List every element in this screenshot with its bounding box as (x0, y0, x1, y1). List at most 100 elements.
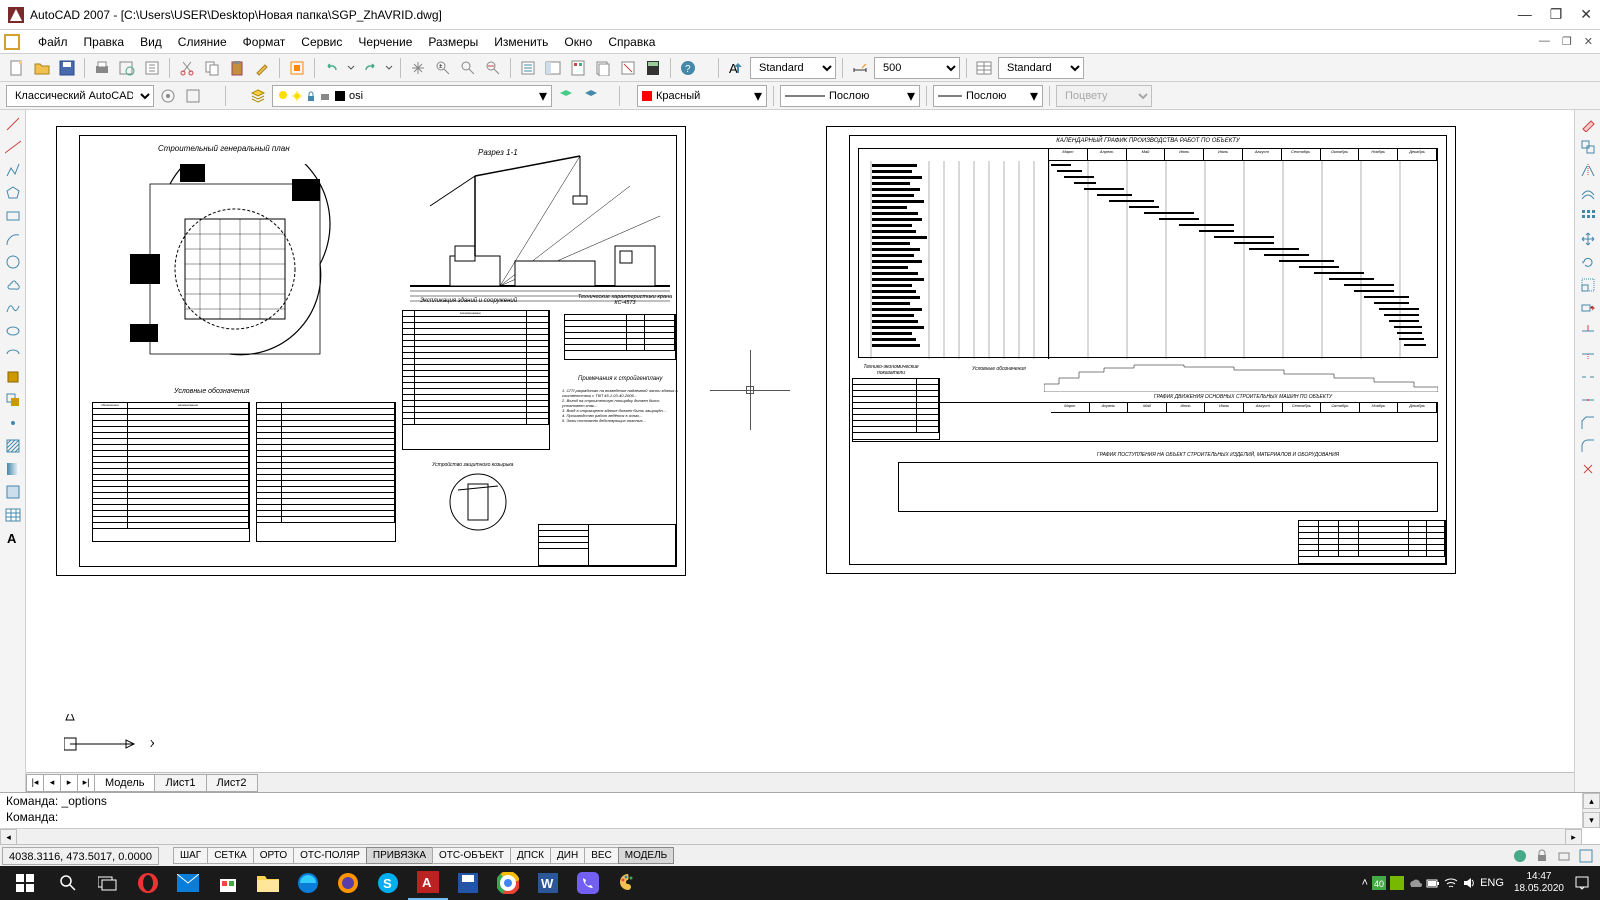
scroll-left-button[interactable]: ◂ (0, 829, 17, 845)
publish-button[interactable] (141, 57, 163, 79)
firefox-icon[interactable] (328, 866, 368, 900)
pan-button[interactable] (407, 57, 429, 79)
polyline-tool[interactable] (3, 160, 23, 180)
trim-tool[interactable] (1578, 321, 1598, 341)
command-line[interactable]: Команда: _options Команда: ▴ ▾ ◂ ▸ (0, 792, 1600, 844)
explorer-icon[interactable] (248, 866, 288, 900)
tab-last-button[interactable]: ▸| (77, 774, 95, 792)
tab-prev-button[interactable]: ◂ (43, 774, 61, 792)
arc-tool[interactable] (3, 229, 23, 249)
layer-prev-button[interactable] (555, 85, 577, 107)
menu-format[interactable]: Формат (235, 32, 294, 52)
ellipse-arc-tool[interactable] (3, 344, 23, 364)
clock[interactable]: 14:47 18.05.2020 (1508, 871, 1570, 895)
mail-icon[interactable] (168, 866, 208, 900)
text-style-select[interactable]: Standard (750, 57, 836, 79)
command-prompt[interactable]: Команда: (0, 809, 1600, 825)
scroll-up-button[interactable]: ▴ (1583, 793, 1600, 809)
layer-manager-button[interactable] (247, 85, 269, 107)
menu-help[interactable]: Справка (600, 32, 663, 52)
skype-icon[interactable]: S (368, 866, 408, 900)
save-button[interactable] (56, 57, 78, 79)
tab-first-button[interactable]: |◂ (26, 774, 44, 792)
tool-palettes-button[interactable] (567, 57, 589, 79)
rotate-tool[interactable] (1578, 252, 1598, 272)
array-tool[interactable] (1578, 206, 1598, 226)
cmd-hscroll[interactable]: ◂ ▸ (0, 828, 1582, 844)
zoom-window-button[interactable] (457, 57, 479, 79)
nvidia-icon[interactable] (1390, 876, 1404, 890)
otrack-toggle[interactable]: ОТС-ОБЪЕКТ (432, 847, 511, 864)
revcloud-tool[interactable] (3, 275, 23, 295)
block-editor-button[interactable] (286, 57, 308, 79)
fillet-tool[interactable] (1578, 436, 1598, 456)
break-tool[interactable] (1578, 367, 1598, 387)
ducs-toggle[interactable]: ДПСК (510, 847, 551, 864)
redo-dropdown[interactable] (384, 57, 394, 79)
my-workspace-button[interactable] (182, 85, 204, 107)
new-button[interactable] (6, 57, 28, 79)
menu-file[interactable]: Файл (30, 32, 76, 52)
battery-icon[interactable] (1426, 876, 1440, 890)
hatch-tool[interactable] (3, 436, 23, 456)
sheet-set-button[interactable] (592, 57, 614, 79)
plot-preview-button[interactable] (116, 57, 138, 79)
coordinates-display[interactable]: 4038.3116, 473.5017, 0.0000 (2, 847, 159, 865)
minimize-button[interactable]: — (1518, 6, 1532, 23)
mdi-minimize-button[interactable]: — (1536, 35, 1553, 48)
tab-next-button[interactable]: ▸ (60, 774, 78, 792)
mdi-close-button[interactable]: ✕ (1581, 35, 1596, 48)
menu-modify[interactable]: Изменить (486, 32, 556, 52)
linetype-select[interactable]: Послою ▾ (780, 85, 920, 107)
polar-toggle[interactable]: ОТС-ПОЛЯР (293, 847, 367, 864)
mirror-tool[interactable] (1578, 160, 1598, 180)
wifi-icon[interactable] (1444, 876, 1458, 890)
match-prop-button[interactable] (251, 57, 273, 79)
construction-line-tool[interactable] (3, 137, 23, 157)
lock-ui-icon[interactable] (1534, 848, 1550, 864)
ellipse-tool[interactable] (3, 321, 23, 341)
model-toggle[interactable]: МОДЕЛЬ (618, 847, 674, 864)
store-icon[interactable] (208, 866, 248, 900)
insert-block-tool[interactable] (3, 367, 23, 387)
line-tool[interactable] (3, 114, 23, 134)
color-select[interactable]: Красный ▾ (637, 85, 767, 107)
point-tool[interactable] (3, 413, 23, 433)
stretch-tool[interactable] (1578, 298, 1598, 318)
close-button[interactable]: ✕ (1580, 6, 1592, 23)
model-space[interactable]: Строительный генеральный план Разрез 1-1 (26, 110, 1574, 772)
polygon-tool[interactable] (3, 183, 23, 203)
zoom-rt-button[interactable]: ± (432, 57, 454, 79)
menu-view[interactable]: Вид (132, 32, 170, 52)
cut-button[interactable] (176, 57, 198, 79)
dyn-toggle[interactable]: ДИН (550, 847, 585, 864)
scroll-down-button[interactable]: ▾ (1583, 812, 1600, 828)
comm-center-icon[interactable] (1512, 848, 1528, 864)
tab-sheet2[interactable]: Лист2 (206, 774, 258, 792)
chrome-icon[interactable] (488, 866, 528, 900)
scroll-right-button[interactable]: ▸ (1565, 829, 1582, 845)
tab-sheet1[interactable]: Лист1 (154, 774, 206, 792)
copy-button[interactable] (201, 57, 223, 79)
onedrive-icon[interactable] (1408, 876, 1422, 890)
quickcalc-button[interactable] (642, 57, 664, 79)
properties-button[interactable] (517, 57, 539, 79)
notifications-icon[interactable] (1574, 875, 1590, 891)
circle-tool[interactable] (3, 252, 23, 272)
zoom-prev-button[interactable] (482, 57, 504, 79)
move-tool[interactable] (1578, 229, 1598, 249)
spline-tool[interactable] (3, 298, 23, 318)
menu-edit[interactable]: Правка (76, 32, 133, 52)
word-icon[interactable]: W (528, 866, 568, 900)
help-button[interactable]: ? (677, 57, 699, 79)
design-center-button[interactable] (542, 57, 564, 79)
make-block-tool[interactable] (3, 390, 23, 410)
volume-icon[interactable] (1462, 876, 1476, 890)
ortho-toggle[interactable]: ОРТО (253, 847, 294, 864)
layer-states-button[interactable] (580, 85, 602, 107)
dim-style-icon[interactable] (849, 57, 871, 79)
undo-button[interactable] (321, 57, 343, 79)
menu-merge[interactable]: Слияние (170, 32, 235, 52)
open-button[interactable] (31, 57, 53, 79)
menu-dimensions[interactable]: Размеры (420, 32, 486, 52)
